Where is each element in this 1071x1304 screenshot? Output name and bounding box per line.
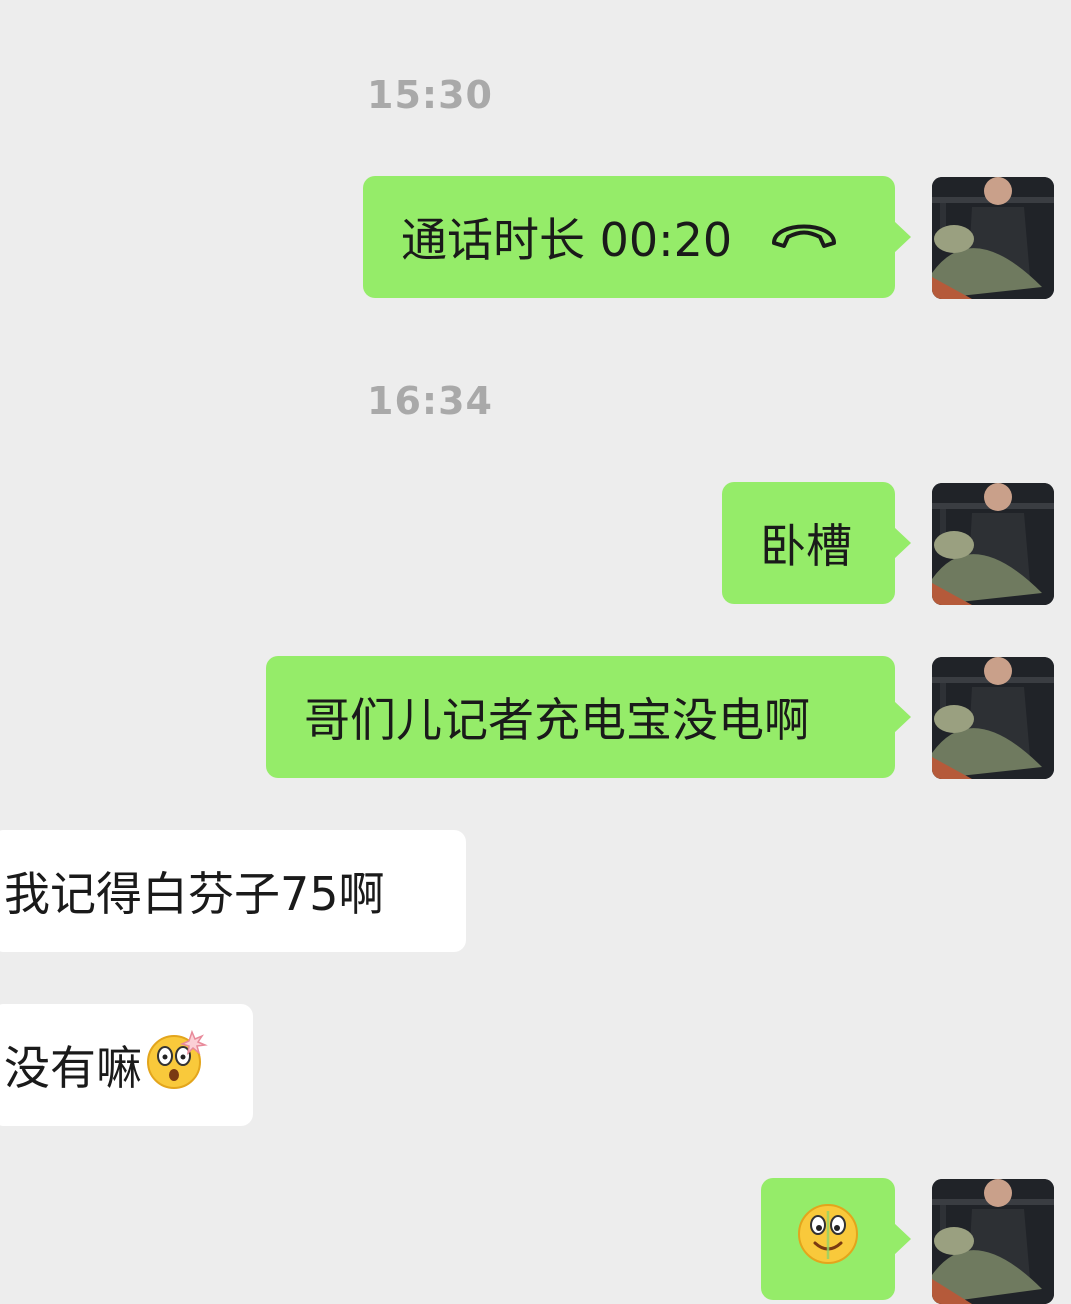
- phone-hangup-icon: [768, 210, 840, 264]
- avatar[interactable]: [932, 483, 1054, 605]
- smiling-face-emoji-icon: [795, 1201, 861, 1278]
- message-text: 我记得白芬子75啊: [4, 867, 385, 921]
- message-bubble-incoming[interactable]: 没有嘛: [0, 1004, 253, 1126]
- avatar[interactable]: [932, 177, 1054, 299]
- message-bubble-outgoing[interactable]: 卧槽: [722, 482, 911, 604]
- call-record-bubble[interactable]: 通话时长 00:20: [363, 176, 911, 298]
- shocked-face-emoji-icon: [144, 1028, 208, 1103]
- timestamp: 16:34: [367, 379, 493, 423]
- message-text: 哥们儿记者充电宝没电啊: [304, 693, 810, 747]
- avatar[interactable]: [932, 657, 1054, 779]
- message-bubble-outgoing[interactable]: 哥们儿记者充电宝没电啊: [266, 656, 911, 778]
- message-bubble-incoming[interactable]: 我记得白芬子75啊: [0, 830, 466, 952]
- message-text: 没有嘛: [4, 1041, 142, 1095]
- avatar[interactable]: [932, 1179, 1054, 1304]
- timestamp: 15:30: [367, 73, 493, 117]
- message-bubble-outgoing[interactable]: [761, 1178, 911, 1300]
- message-text: 卧槽: [760, 519, 852, 573]
- call-duration-label: 通话时长 00:20: [401, 213, 733, 267]
